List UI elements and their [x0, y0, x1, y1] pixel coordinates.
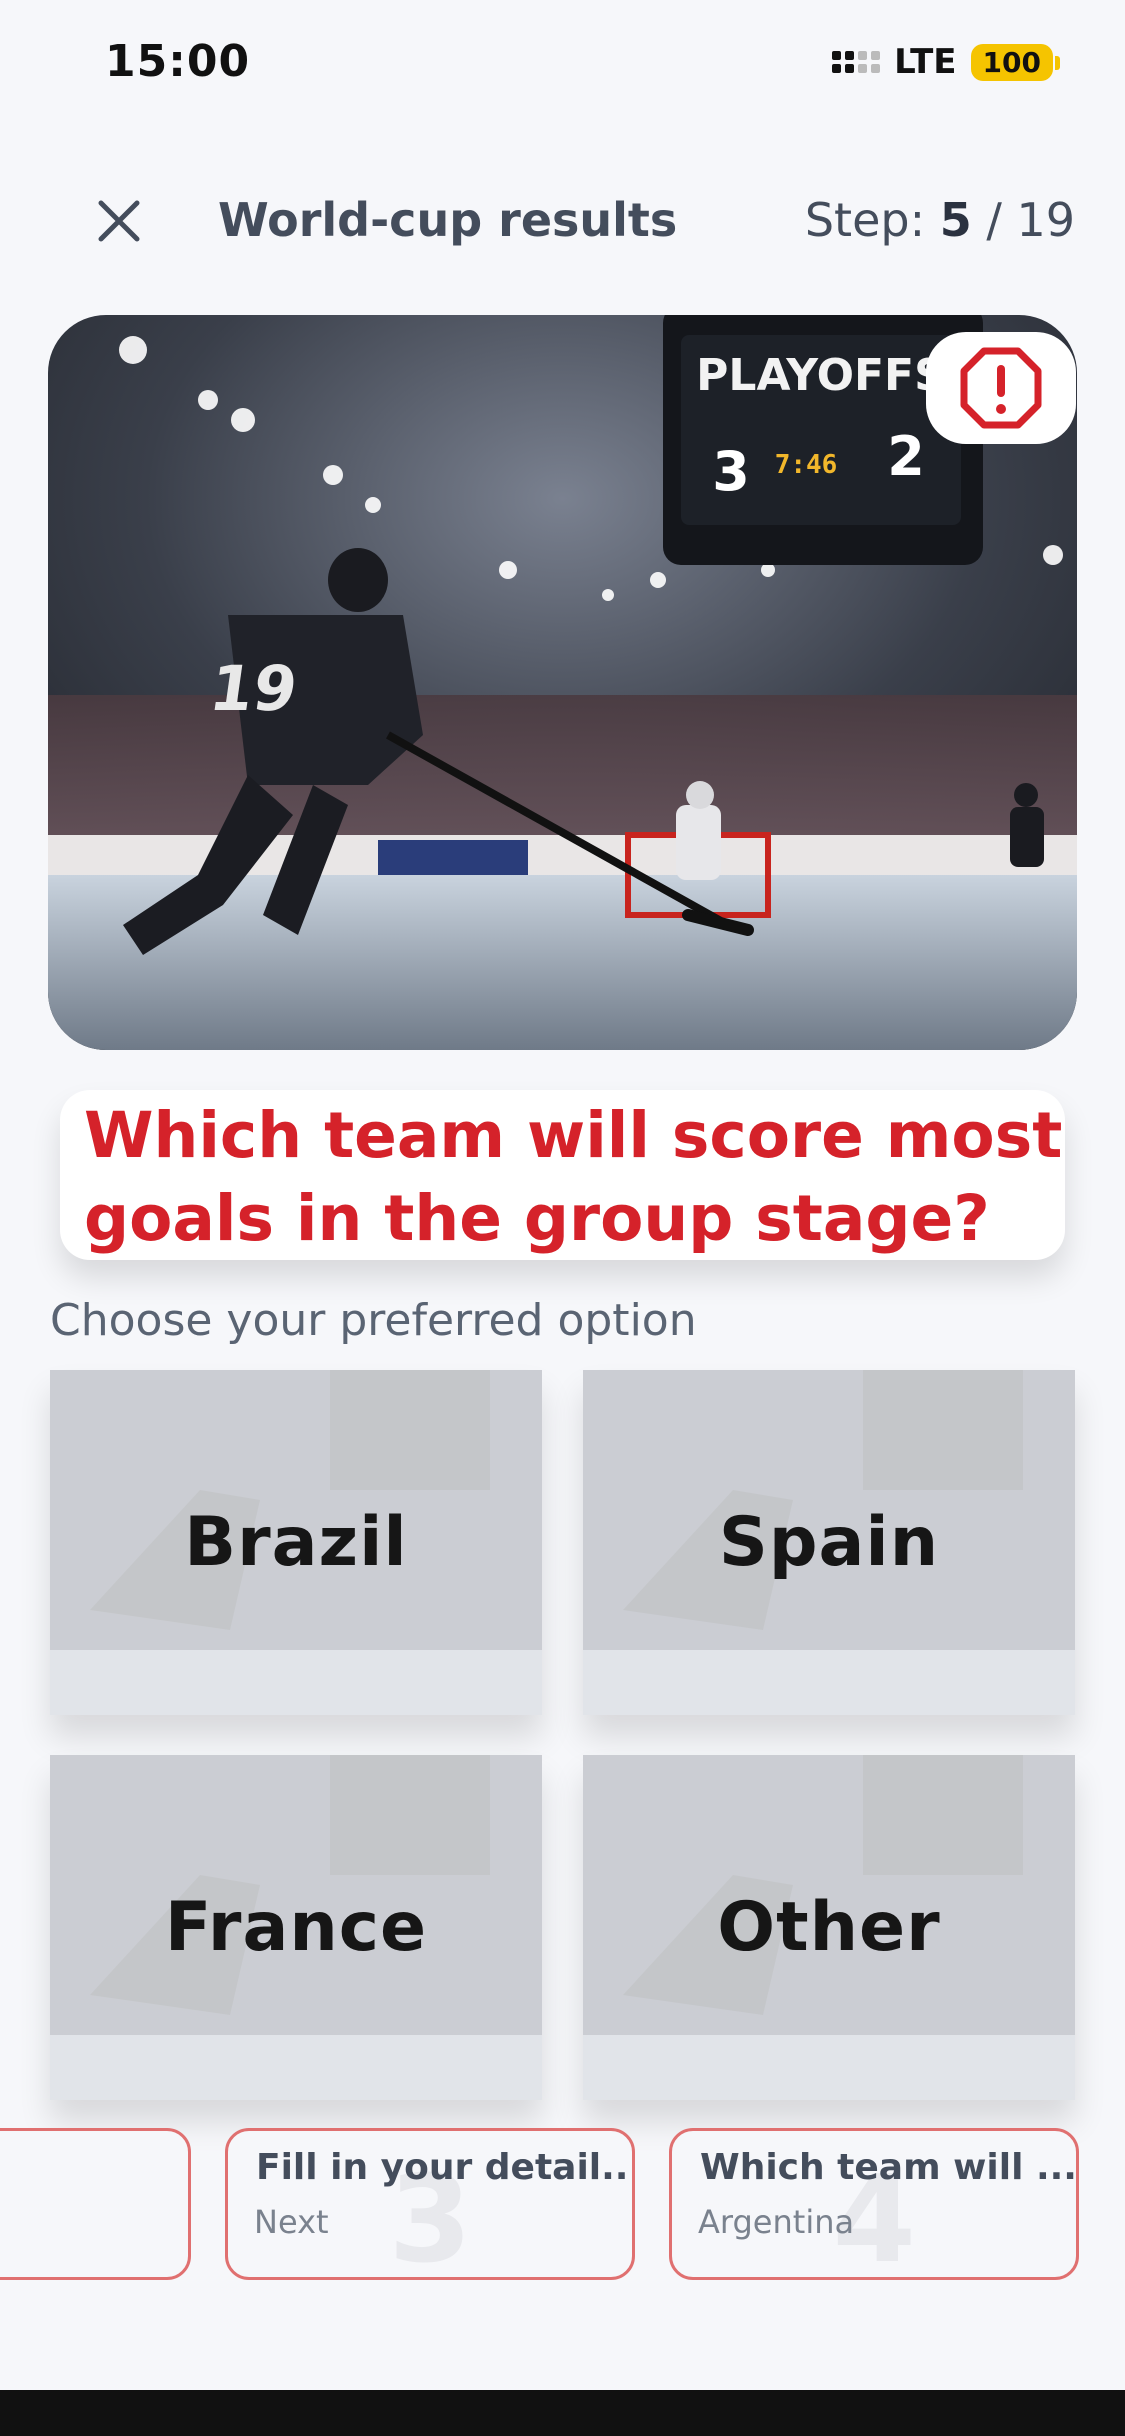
status-time: 15:00	[105, 36, 251, 87]
option-label: Other	[717, 1888, 941, 1967]
option-brazil[interactable]: Brazil	[50, 1370, 542, 1715]
question-prompt: Choose your preferred option	[50, 1295, 697, 1346]
step-card-previous[interactable]	[0, 2128, 191, 2280]
option-spain[interactable]: Spain	[583, 1370, 1075, 1715]
option-label: Spain	[718, 1503, 940, 1582]
step-card-3[interactable]: 3 Fill in your detail... Next	[225, 2128, 635, 2280]
report-button[interactable]	[926, 332, 1076, 444]
close-button[interactable]	[88, 190, 150, 252]
close-icon	[98, 200, 140, 242]
option-label: France	[164, 1888, 428, 1967]
page-title: World-cup results	[218, 193, 678, 247]
jersey-number: 19	[205, 652, 301, 725]
question-text: Which team will score most goals in the …	[84, 1099, 1063, 1255]
option-label: Brazil	[184, 1503, 408, 1582]
step-card-subtitle: Next	[254, 2203, 329, 2241]
board-title: PLAYOFFS	[696, 350, 946, 401]
battery-indicator: 100	[970, 43, 1061, 81]
options-grid: Brazil Spain France Other	[50, 1370, 1075, 2110]
step-card-4[interactable]: 4 Which team will ... Argentina	[669, 2128, 1079, 2280]
network-type: LTE	[894, 42, 957, 82]
step-cards-row: 3 Fill in your detail... Next 4 Which te…	[0, 2128, 1125, 2280]
board-clock: 7:46	[775, 450, 838, 480]
signal-icon	[832, 51, 881, 73]
step-card-subtitle: Argentina	[698, 2203, 855, 2241]
step-label: Step:	[804, 193, 926, 247]
header: World-cup results Step: 5 / 19	[0, 175, 1125, 265]
step-card-title: Fill in your detail...	[256, 2147, 635, 2188]
step-card-title: Which team will ...	[700, 2147, 1077, 2188]
step-total: 19	[1016, 193, 1075, 247]
bottom-bar	[0, 2390, 1125, 2436]
step-current: 5	[939, 193, 972, 247]
question-card: Which team will score most goals in the …	[60, 1090, 1065, 1260]
step-counter: Step: 5 / 19	[805, 193, 1075, 247]
board-score-home: 3	[712, 440, 750, 503]
alert-octagon-icon	[960, 347, 1042, 429]
status-indicators: LTE 100	[832, 42, 1061, 82]
option-france[interactable]: France	[50, 1755, 542, 2100]
option-other[interactable]: Other	[583, 1755, 1075, 2100]
board-score-away: 2	[887, 425, 925, 488]
hero-image: PLAYOFFS 3 2 7:46 19	[48, 315, 1077, 1050]
step-separator: /	[971, 193, 1017, 247]
status-bar: 15:00 LTE 100	[0, 0, 1125, 130]
